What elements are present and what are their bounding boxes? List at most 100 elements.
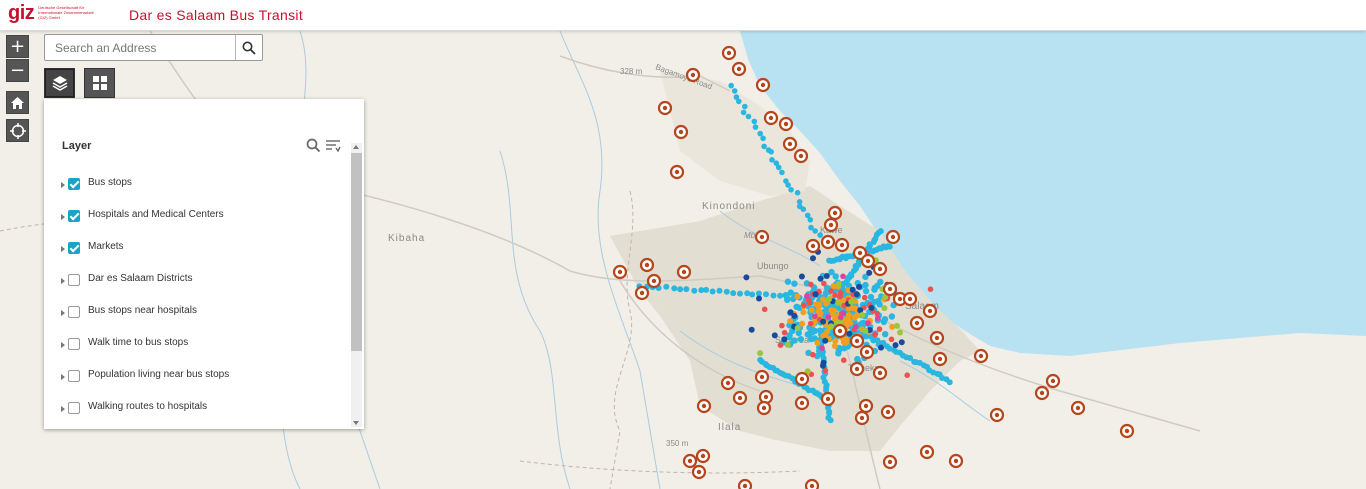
hospital-marker[interactable] [639, 257, 655, 273]
hospital-marker[interactable] [763, 110, 779, 126]
bus-stop-marker[interactable] [807, 335, 815, 343]
bus-stop-marker[interactable] [779, 169, 785, 176]
bus-stop-marker[interactable] [880, 318, 888, 326]
hospital-marker[interactable] [823, 217, 839, 233]
market-marker[interactable] [800, 309, 807, 316]
bus-stop-marker[interactable] [709, 288, 716, 295]
market-marker[interactable] [781, 336, 788, 343]
hospital-marker[interactable] [948, 453, 964, 469]
hospital-marker[interactable] [720, 375, 736, 391]
hospital-marker[interactable] [804, 478, 820, 489]
bus-stop-marker[interactable] [768, 149, 774, 155]
bus-stop-marker[interactable] [740, 109, 747, 116]
hospital-marker[interactable] [902, 291, 918, 307]
bus-stop-marker[interactable] [862, 281, 869, 289]
layer-checkbox[interactable] [68, 370, 80, 382]
search-icon[interactable] [306, 138, 321, 153]
bus-stop-marker[interactable] [703, 286, 710, 293]
market-marker[interactable] [892, 342, 899, 349]
market-marker[interactable] [825, 296, 832, 303]
bus-stop-marker[interactable] [752, 124, 759, 130]
market-marker[interactable] [835, 281, 842, 287]
expand-caret-icon[interactable] [61, 374, 65, 380]
market-marker[interactable] [761, 306, 768, 313]
market-marker[interactable] [825, 314, 832, 320]
hospital-marker[interactable] [858, 398, 874, 414]
locate-button[interactable] [6, 119, 29, 142]
hospital-marker[interactable] [854, 410, 870, 426]
layer-item-walking-routes[interactable]: Walking routes to hospitals [58, 395, 348, 427]
expand-caret-icon[interactable] [61, 278, 65, 284]
bus-stop-marker[interactable] [791, 280, 798, 287]
hospital-marker[interactable] [932, 351, 948, 367]
market-marker[interactable] [777, 342, 784, 349]
hospital-marker[interactable] [756, 400, 772, 416]
hospital-marker[interactable] [682, 453, 698, 469]
market-marker[interactable] [812, 313, 818, 320]
market-marker[interactable] [810, 255, 816, 262]
zoom-in-button[interactable]: + [6, 35, 29, 58]
hospital-marker[interactable] [1045, 373, 1061, 389]
hospital-marker[interactable] [849, 333, 865, 349]
market-marker[interactable] [853, 324, 859, 330]
market-marker[interactable] [878, 344, 884, 351]
home-button[interactable] [6, 91, 29, 114]
market-marker[interactable] [927, 286, 934, 292]
layer-item-walk-time[interactable]: Walk time to bus stops [58, 331, 348, 363]
hospital-marker[interactable] [731, 61, 747, 77]
hospital-marker[interactable] [696, 398, 712, 414]
hospital-marker[interactable] [737, 478, 753, 489]
hospital-marker[interactable] [794, 371, 810, 387]
bus-stop-marker[interactable] [946, 379, 953, 386]
bus-stop-marker[interactable] [784, 278, 792, 285]
expand-caret-icon[interactable] [61, 246, 65, 252]
market-marker[interactable] [821, 280, 827, 287]
layer-checkbox[interactable] [68, 274, 80, 286]
bus-stop-marker[interactable] [867, 293, 875, 301]
hospital-marker[interactable] [657, 100, 673, 116]
layer-item-districts[interactable]: Dar es Salaam Districts [58, 267, 348, 299]
panel-scrollbar[interactable] [351, 143, 362, 427]
bus-stop-marker[interactable] [751, 118, 758, 125]
hospital-marker[interactable] [922, 303, 938, 319]
bus-stop-marker[interactable] [763, 291, 769, 298]
market-marker[interactable] [832, 338, 839, 345]
search-input[interactable] [45, 35, 235, 60]
bus-stop-marker[interactable] [761, 143, 767, 150]
market-marker[interactable] [898, 339, 905, 346]
hospital-marker[interactable] [721, 45, 737, 61]
bus-stop-marker[interactable] [788, 187, 794, 193]
bus-stop-marker[interactable] [775, 164, 782, 171]
search-button[interactable] [235, 35, 262, 60]
bus-stop-marker[interactable] [822, 290, 830, 297]
hospital-marker[interactable] [646, 273, 662, 289]
bus-stop-marker[interactable] [770, 292, 777, 299]
bus-stop-marker[interactable] [888, 313, 896, 320]
layer-checkbox[interactable] [68, 306, 80, 318]
hospital-marker[interactable] [1034, 385, 1050, 401]
market-marker[interactable] [798, 273, 805, 280]
expand-caret-icon[interactable] [61, 342, 65, 348]
market-marker[interactable] [820, 296, 826, 303]
market-marker[interactable] [868, 304, 875, 311]
market-marker[interactable] [743, 274, 750, 281]
market-marker[interactable] [804, 293, 810, 299]
hospital-marker[interactable] [805, 238, 821, 254]
hospital-marker[interactable] [989, 407, 1005, 423]
market-marker[interactable] [840, 310, 847, 317]
bus-stop-marker[interactable] [807, 217, 814, 223]
scroll-thumb[interactable] [351, 153, 362, 351]
market-marker[interactable] [853, 291, 860, 298]
bus-stop-marker[interactable] [854, 355, 861, 363]
basemap-gallery-button[interactable] [84, 68, 115, 98]
bus-stop-marker[interactable] [862, 287, 870, 295]
bus-stop-marker[interactable] [777, 292, 784, 299]
market-marker[interactable] [781, 329, 788, 336]
expand-caret-icon[interactable] [61, 182, 65, 188]
layer-item-hospitals[interactable]: Hospitals and Medical Centers [58, 203, 348, 235]
hospital-marker[interactable] [827, 205, 843, 221]
layer-item-population[interactable]: Population living near bus stops [58, 363, 348, 395]
hospital-marker[interactable] [634, 285, 650, 301]
market-marker[interactable] [784, 341, 791, 348]
market-marker[interactable] [787, 309, 794, 316]
